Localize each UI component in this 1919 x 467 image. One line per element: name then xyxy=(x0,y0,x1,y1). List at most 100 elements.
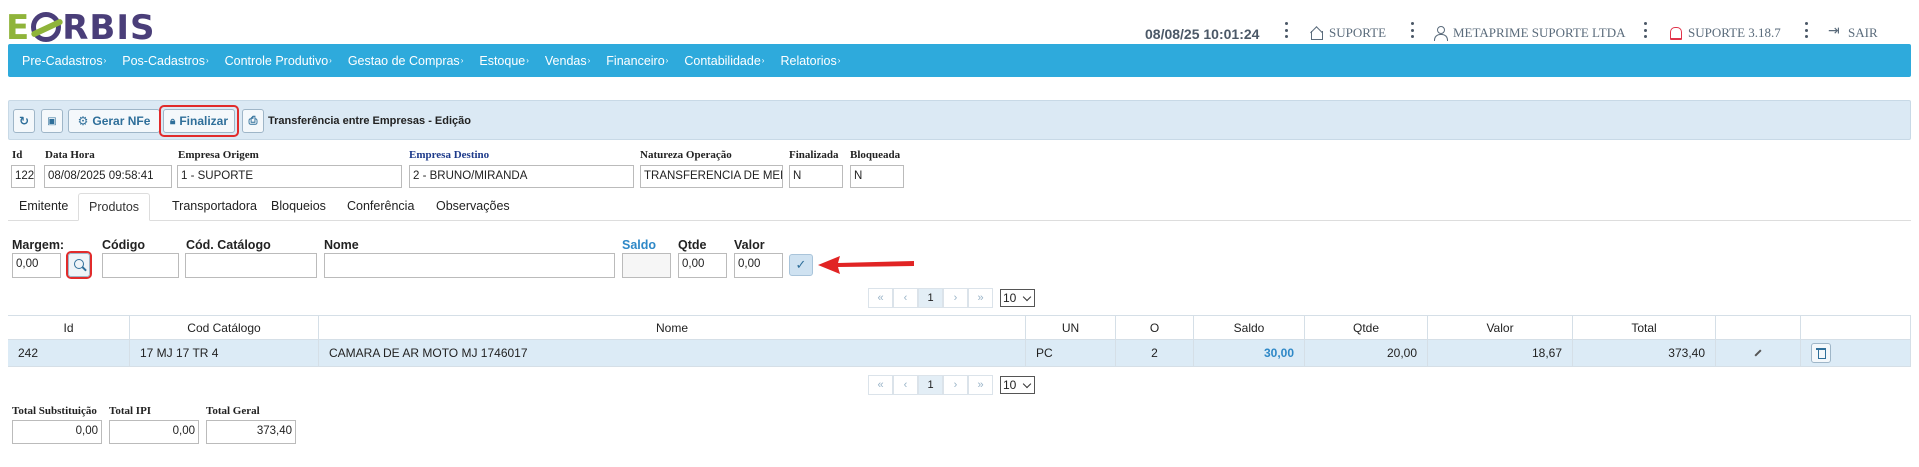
cell-o: 2 xyxy=(1151,346,1158,360)
column-header-actions xyxy=(1801,316,1911,339)
codigo-field[interactable] xyxy=(102,253,179,278)
cell-valor: 18,67 xyxy=(1531,346,1562,360)
column-header-un[interactable]: UN xyxy=(1026,316,1116,339)
last-page-button[interactable]: » xyxy=(968,288,993,308)
menu-item-financeiro[interactable]: Financeiro› xyxy=(606,54,668,68)
tab-bloqueios[interactable]: Bloqueios xyxy=(261,193,337,221)
page-1-button[interactable]: 1 xyxy=(918,288,943,308)
total-geral-field: 373,40 xyxy=(206,420,296,444)
margem-field[interactable]: 0,00 xyxy=(12,253,61,278)
tab-observacoes[interactable]: Observações xyxy=(426,193,510,221)
prev-page-button[interactable]: ‹ xyxy=(893,288,918,308)
valor-field[interactable]: 0,00 xyxy=(734,253,783,278)
column-header-saldo[interactable]: Saldo xyxy=(1194,316,1305,339)
column-header-total[interactable]: Total xyxy=(1573,316,1716,339)
menu-item-gestao-de-compras[interactable]: Gestao de Compras› xyxy=(348,54,464,68)
notifications-link[interactable]: SUPORTE 3.18.7 xyxy=(1668,25,1781,41)
kebab-icon[interactable] xyxy=(1804,22,1808,38)
menu-item-controle-produtivo[interactable]: Controle Produtivo› xyxy=(225,54,332,68)
qtde-field[interactable]: 0,00 xyxy=(678,253,727,278)
kebab-icon[interactable] xyxy=(1643,22,1647,38)
print-button[interactable]: ⎙ xyxy=(242,109,264,133)
id-field[interactable]: 122 xyxy=(11,165,35,188)
table-cell: CAMARA DE AR MOTO MJ 1746017 xyxy=(319,340,1026,366)
menu-item-vendas[interactable]: Vendas› xyxy=(545,54,590,68)
version-label: SUPORTE 3.18.7 xyxy=(1688,25,1781,40)
menu-item-estoque[interactable]: Estoque› xyxy=(479,54,529,68)
first-page-button[interactable]: « xyxy=(868,375,893,395)
data-hora-field[interactable]: 08/08/2025 09:58:41 xyxy=(44,165,172,188)
cell-qtde: 20,00 xyxy=(1386,346,1417,360)
label-total-substituicao: Total Substituição xyxy=(12,405,97,417)
exit-link[interactable]: SAIR xyxy=(1828,23,1878,41)
tab-produtos[interactable]: Produtos xyxy=(78,193,150,221)
tab-bar: Emitente Produtos Transportadora Bloqueios C… xyxy=(8,193,1911,221)
menu-item-pos-cadastros[interactable]: Pos-Cadastros› xyxy=(122,54,208,68)
gerar-nfe-button[interactable]: ⚙ Gerar NFe xyxy=(68,109,160,133)
label-finalizada: Finalizada xyxy=(789,149,839,161)
next-page-button[interactable]: › xyxy=(943,288,968,308)
refresh-icon: ↻ xyxy=(18,114,30,128)
kebab-icon[interactable] xyxy=(1284,22,1288,38)
cell-id: 242 xyxy=(18,346,39,360)
chevron-right-icon: › xyxy=(205,55,209,65)
table-cell: 17 MJ 17 TR 4 xyxy=(130,340,319,366)
last-page-button[interactable]: » xyxy=(968,375,993,395)
check-icon: ✓ xyxy=(795,257,807,272)
table-cell: PC xyxy=(1026,340,1116,366)
table-cell: 373,40 xyxy=(1573,340,1716,366)
finalizar-button[interactable]: 🔒︎ Finalizar xyxy=(163,109,235,133)
page-1-button[interactable]: 1 xyxy=(918,375,943,395)
search-button[interactable] xyxy=(68,253,90,277)
empresa-destino-field[interactable]: 2 - BRUNO/MIRANDA xyxy=(409,165,634,188)
label-valor: Valor xyxy=(734,238,765,252)
chevron-right-icon: › xyxy=(837,55,841,65)
chevron-right-icon: › xyxy=(761,55,765,65)
prev-page-button[interactable]: ‹ xyxy=(893,375,918,395)
column-header-nome[interactable]: Nome xyxy=(319,316,1026,339)
cod-catalogo-field[interactable] xyxy=(185,253,317,278)
tab-transportadora[interactable]: Transportadora xyxy=(162,193,261,221)
cell-un: PC xyxy=(1036,346,1053,360)
finalizada-field[interactable]: N xyxy=(789,165,843,188)
kebab-icon[interactable] xyxy=(1410,22,1414,38)
menu-item-contabilidade[interactable]: Contabilidade› xyxy=(684,54,764,68)
table-row[interactable]: 242 17 MJ 17 TR 4 CAMARA DE AR MOTO MJ 174… xyxy=(8,340,1911,367)
column-header-o[interactable]: O xyxy=(1116,316,1194,339)
logo-text: RBIS xyxy=(62,8,156,48)
column-header-valor[interactable]: Valor xyxy=(1428,316,1573,339)
page-size-select[interactable]: 10 xyxy=(1000,289,1035,307)
nome-field[interactable] xyxy=(324,253,615,278)
column-header-id[interactable]: Id xyxy=(8,316,130,339)
menu-item-label: Contabilidade xyxy=(684,53,761,68)
menu-item-label: Controle Produtivo xyxy=(224,53,329,68)
page-title: Transferência entre Empresas - Edição xyxy=(268,115,471,127)
toolbar: ↻ ▣ ⚙ Gerar NFe 🔒︎ Finalizar ⎙ Transferê… xyxy=(8,100,1911,140)
bloqueada-field[interactable]: N xyxy=(850,165,904,188)
branch-link[interactable]: SUPORTE xyxy=(1309,25,1386,41)
trash-icon[interactable] xyxy=(1811,343,1831,363)
tab-emitente[interactable]: Emitente xyxy=(9,193,78,221)
natureza-operacao-field[interactable]: TRANSFERENCIA DE MERC xyxy=(640,165,783,188)
empresa-origem-field[interactable]: 1 - SUPORTE xyxy=(177,165,402,188)
menu-item-pre-cadastros[interactable]: Pre-Cadastros› xyxy=(22,54,106,68)
label-id: Id xyxy=(12,149,23,161)
menu-item-relatorios[interactable]: Relatorios› xyxy=(780,54,840,68)
branch-label: SUPORTE xyxy=(1329,25,1387,40)
confirm-button[interactable]: ✓ xyxy=(789,254,813,276)
first-page-button[interactable]: « xyxy=(868,288,893,308)
print-icon: ⎙ xyxy=(248,114,258,127)
table-cell: 2 xyxy=(1116,340,1194,366)
company-link[interactable]: METAPRIME SUPORTE LTDA xyxy=(1433,25,1626,41)
column-header-cod-catalogo[interactable]: Cod Catálogo xyxy=(130,316,319,339)
refresh-button[interactable]: ↻ xyxy=(13,109,35,133)
column-header-qtde[interactable]: Qtde xyxy=(1305,316,1428,339)
exit-label: SAIR xyxy=(1848,25,1878,40)
pencil-icon[interactable] xyxy=(1754,349,1762,357)
page-size-select[interactable]: 10 xyxy=(1000,376,1035,394)
save-button[interactable]: ▣ xyxy=(41,109,63,133)
red-arrow-annotation xyxy=(818,256,914,274)
tab-conferencia[interactable]: Conferência xyxy=(337,193,426,221)
next-page-button[interactable]: › xyxy=(943,375,968,395)
bell-icon xyxy=(1668,26,1682,40)
